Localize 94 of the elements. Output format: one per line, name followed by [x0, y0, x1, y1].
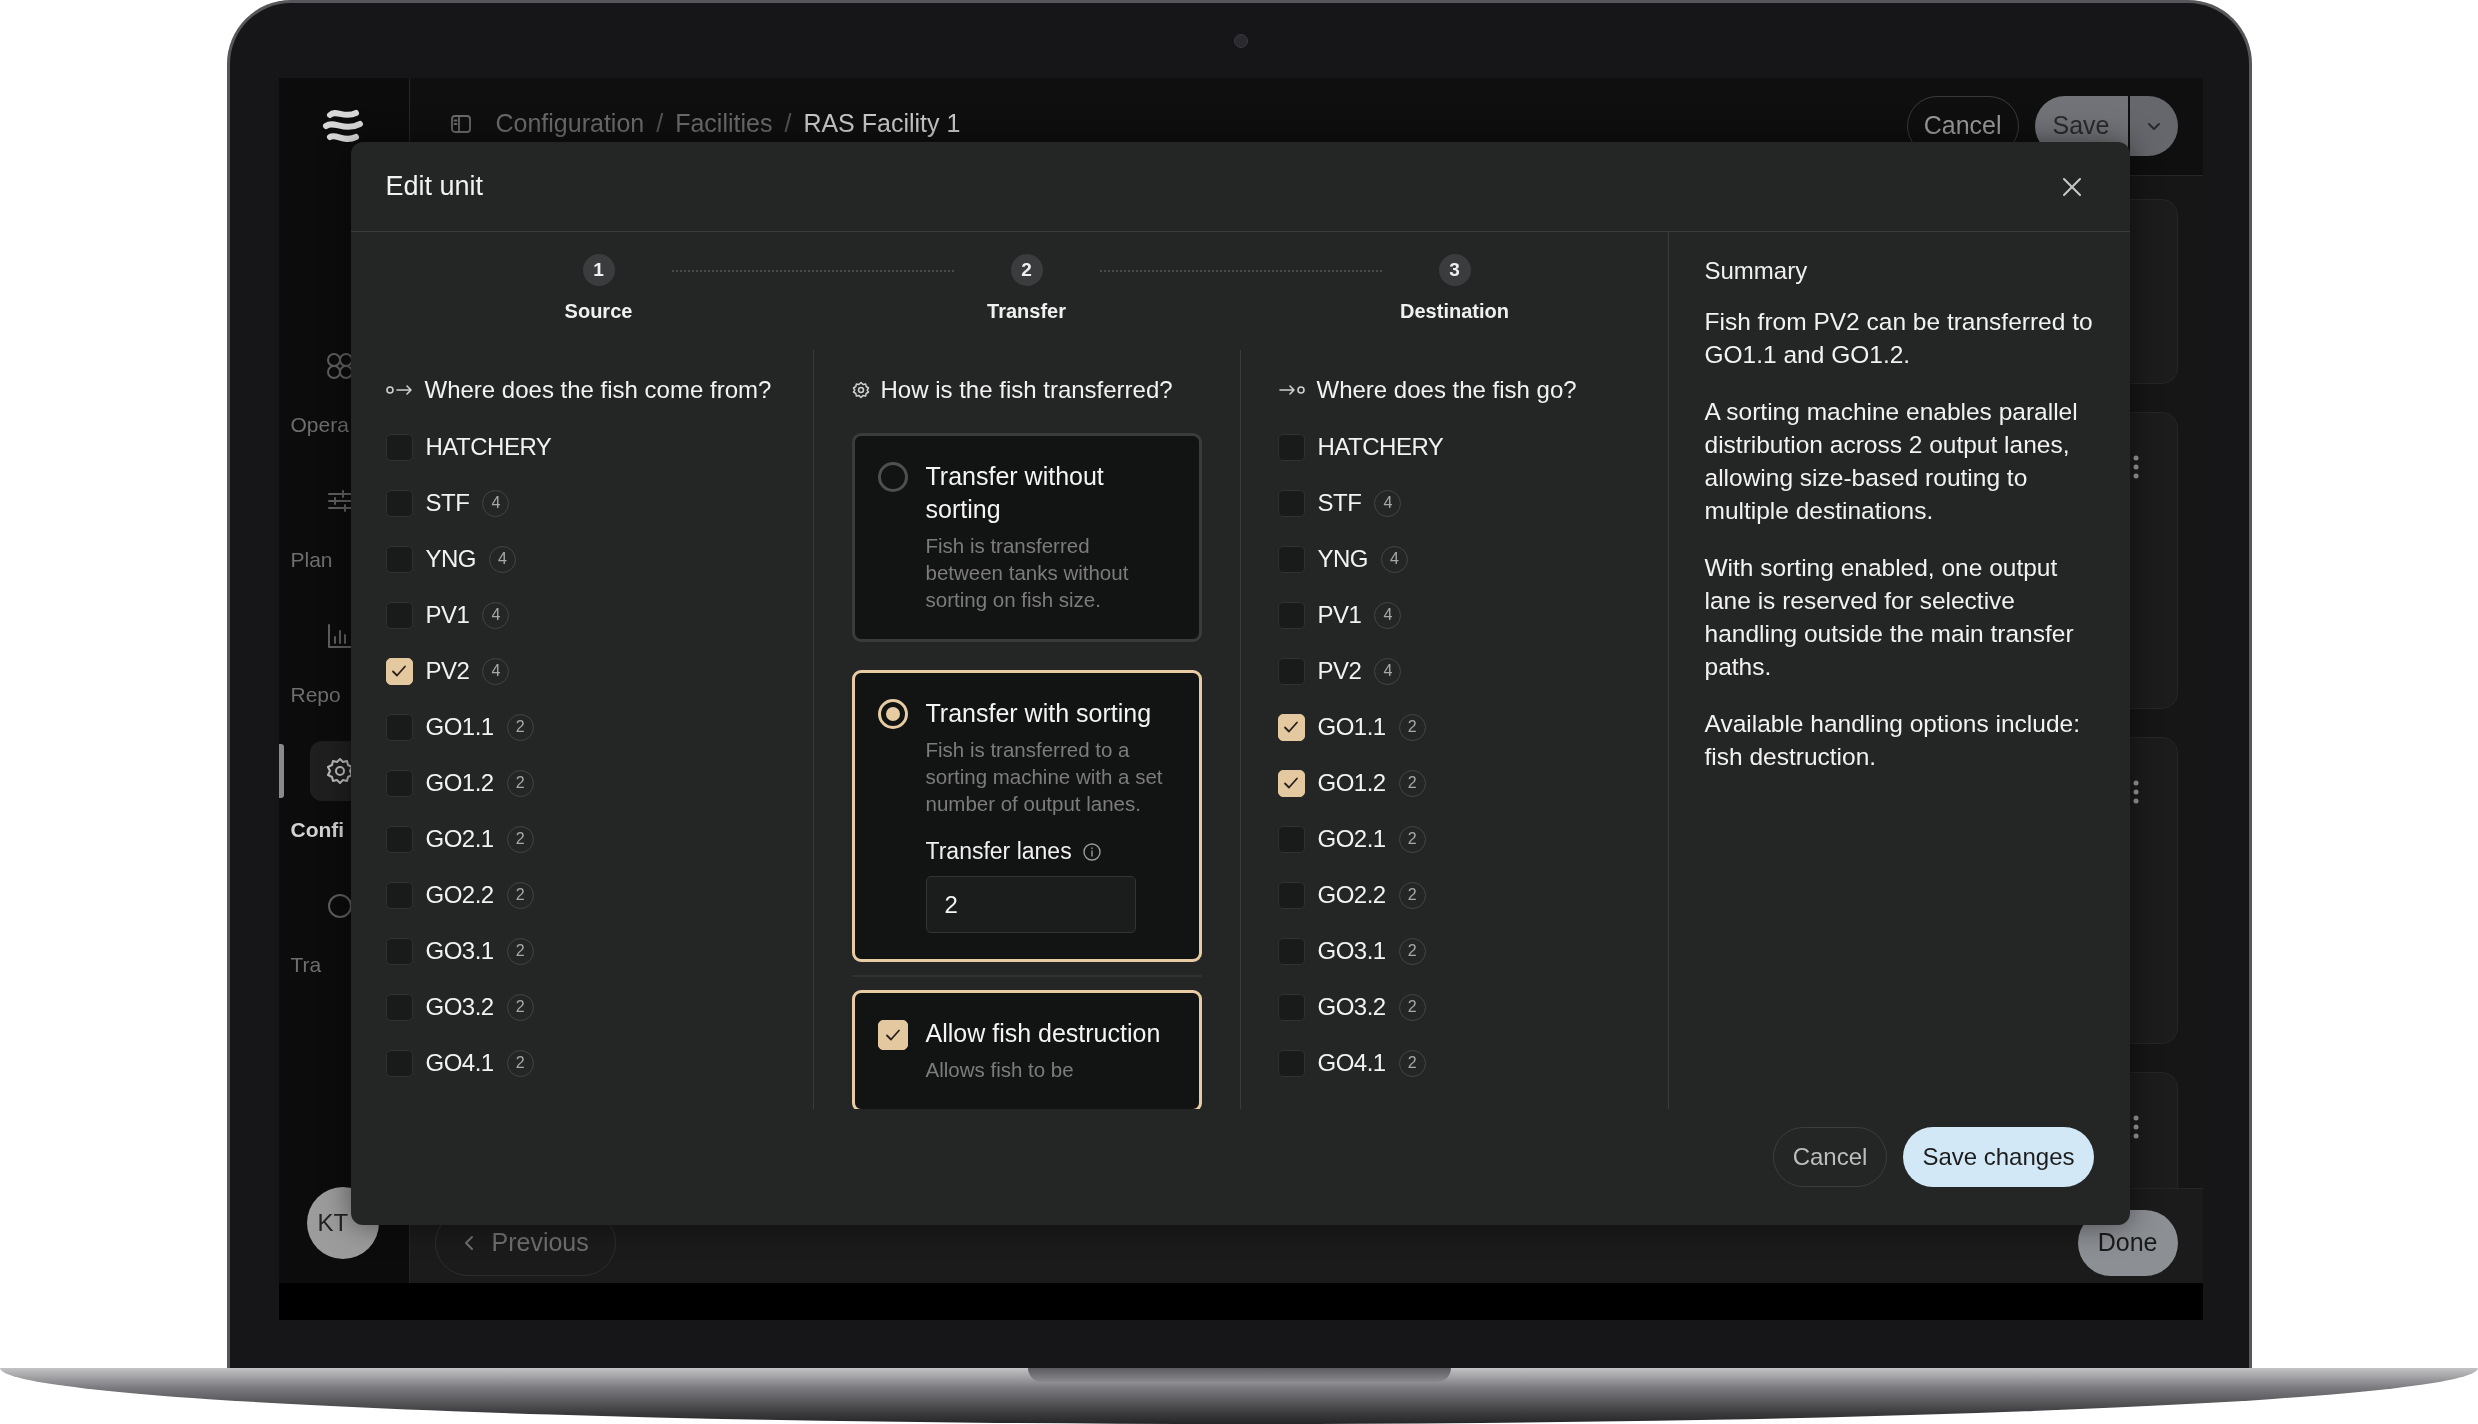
option-label: PV1 [425, 601, 470, 629]
checkbox[interactable] [385, 1049, 413, 1077]
option-label: GO2.1 [425, 825, 494, 853]
option-title: Transfer with sorting [925, 698, 1153, 729]
option-card[interactable]: Transfer without sorting Fish is transferred between tanks without sorting on fish size. [851, 433, 1202, 642]
summary-text: Available handling options include: fish destruction. [1704, 709, 2081, 772]
checkbox[interactable] [385, 937, 413, 965]
breadcrumb-link[interactable]: Configuration [495, 109, 645, 138]
active-indicator [278, 744, 284, 798]
option-label: STF [425, 489, 470, 517]
summary-text: A sorting machine enables parallel distribution across 2 output lanes, allowing size-based routing to multiple destinations. [1704, 397, 2079, 526]
more-icon[interactable] [2132, 780, 2139, 804]
checkbox[interactable] [385, 769, 413, 797]
sidebar-item[interactable]: Tra [278, 876, 409, 980]
checkbox[interactable] [385, 545, 413, 573]
option-label: GO1.1 [425, 713, 494, 741]
option-label: HATCHERY [1317, 433, 1444, 461]
number-field[interactable]: 2 [925, 876, 1136, 933]
checkbox[interactable] [385, 713, 413, 741]
dropdown-button[interactable] [2129, 95, 2178, 156]
option-label: GO1.2 [1317, 769, 1386, 797]
checkbox[interactable] [1277, 489, 1305, 517]
close-icon [2060, 175, 2083, 198]
save-changes-button[interactable]: Save changes [1903, 1127, 2094, 1187]
section-heading: Where does the fish come from? [424, 376, 772, 404]
more-icon[interactable] [2132, 1115, 2139, 1139]
option-description: Fish is transferred between tanks without sorting on fish size. [925, 533, 1130, 613]
checkbox[interactable] [1277, 881, 1305, 909]
option-card[interactable]: Transfer with sorting Fish is transferred to a sorting machine with a set number of output lanes. Transfer lanes 2 [851, 670, 1202, 962]
sidebar-item[interactable]: Opera [278, 336, 409, 440]
checkbox[interactable] [385, 601, 413, 629]
breadcrumb-current: RAS Facility 1 [803, 109, 961, 138]
option-label: PV1 [1317, 601, 1362, 629]
sidebar-toggle-icon[interactable] [449, 112, 472, 135]
checkbox[interactable] [385, 881, 413, 909]
step-number: 1 [582, 254, 615, 286]
option-label: GO4.1 [425, 1049, 494, 1077]
more-icon[interactable] [2132, 455, 2139, 479]
summary-text: Fish from PV2 can be transferred to GO1.1 and GO1.2. [1704, 307, 2094, 370]
arrow-out-icon [385, 383, 414, 397]
option-label: STF [1317, 489, 1362, 517]
option-label: GO1.2 [425, 769, 494, 797]
breadcrumb-separator: / [656, 109, 664, 138]
breadcrumb-link[interactable]: Facilities [675, 109, 773, 138]
step-label: Source [564, 300, 633, 323]
option-label: GO2.2 [425, 881, 494, 909]
section-heading: How is the fish transferred? [880, 376, 1173, 404]
option-label: PV2 [1317, 657, 1362, 685]
option-label: YNG [1317, 545, 1368, 573]
option-description: Fish is transferred to a sorting machine with a set number of output lanes. [925, 737, 1164, 817]
sidebar-item[interactable]: Plan [278, 471, 409, 575]
option-label: GO4.1 [1317, 1049, 1386, 1077]
option-label: GO3.1 [425, 937, 494, 965]
checkbox[interactable] [1277, 825, 1305, 853]
step-label: Transfer [987, 300, 1066, 323]
option-label: GO3.2 [1317, 993, 1386, 1021]
checkbox[interactable] [1277, 993, 1305, 1021]
option-label: GO3.1 [1317, 937, 1386, 965]
option-label: HATCHERY [425, 433, 552, 461]
checkbox[interactable] [1277, 601, 1305, 629]
option-card[interactable]: Allow fish destruction Allows fish to be [851, 990, 1202, 1109]
checkbox[interactable] [1277, 545, 1305, 573]
option-label: GO1.1 [1317, 713, 1386, 741]
step-label: Destination [1400, 300, 1509, 323]
arrow-in-icon [1277, 383, 1306, 397]
checkbox[interactable] [1277, 937, 1305, 965]
option-title: Transfer without sorting [925, 461, 1105, 525]
summary-title: Summary [1704, 257, 1809, 285]
summary-text: With sorting enabled, one output lane is reserved for selective handling outside the main transfer paths. [1704, 553, 2075, 682]
breadcrumb-separator: / [784, 109, 792, 138]
checkbox[interactable] [1277, 657, 1305, 685]
checkbox[interactable] [1277, 433, 1305, 461]
option-label: GO2.2 [1317, 881, 1386, 909]
camera-dot [1233, 33, 1248, 48]
step-number: 3 [1438, 254, 1471, 286]
field-label: Transfer lanes [925, 838, 1072, 865]
checkbox[interactable] [385, 993, 413, 1021]
dialog-title: Edit unit [385, 171, 484, 202]
option-description: Allows fish to be [925, 1057, 1075, 1083]
checkbox[interactable] [1277, 1049, 1305, 1077]
option-label: GO3.2 [425, 993, 494, 1021]
option-title: Allow fish destruction [925, 1018, 1161, 1049]
checkbox[interactable] [385, 489, 413, 517]
radio-button[interactable] [877, 462, 908, 492]
option-label: YNG [425, 545, 476, 573]
section-heading: Where does the fish go? [1316, 376, 1577, 404]
settings-icon [851, 381, 870, 399]
checkbox[interactable] [385, 825, 413, 853]
option-label: PV2 [425, 657, 470, 685]
option-label: GO2.1 [1317, 825, 1386, 853]
step-number: 2 [1010, 254, 1043, 286]
sidebar-item[interactable]: Repo [278, 606, 409, 710]
info-icon [1081, 841, 1102, 862]
checkbox[interactable] [385, 433, 413, 461]
